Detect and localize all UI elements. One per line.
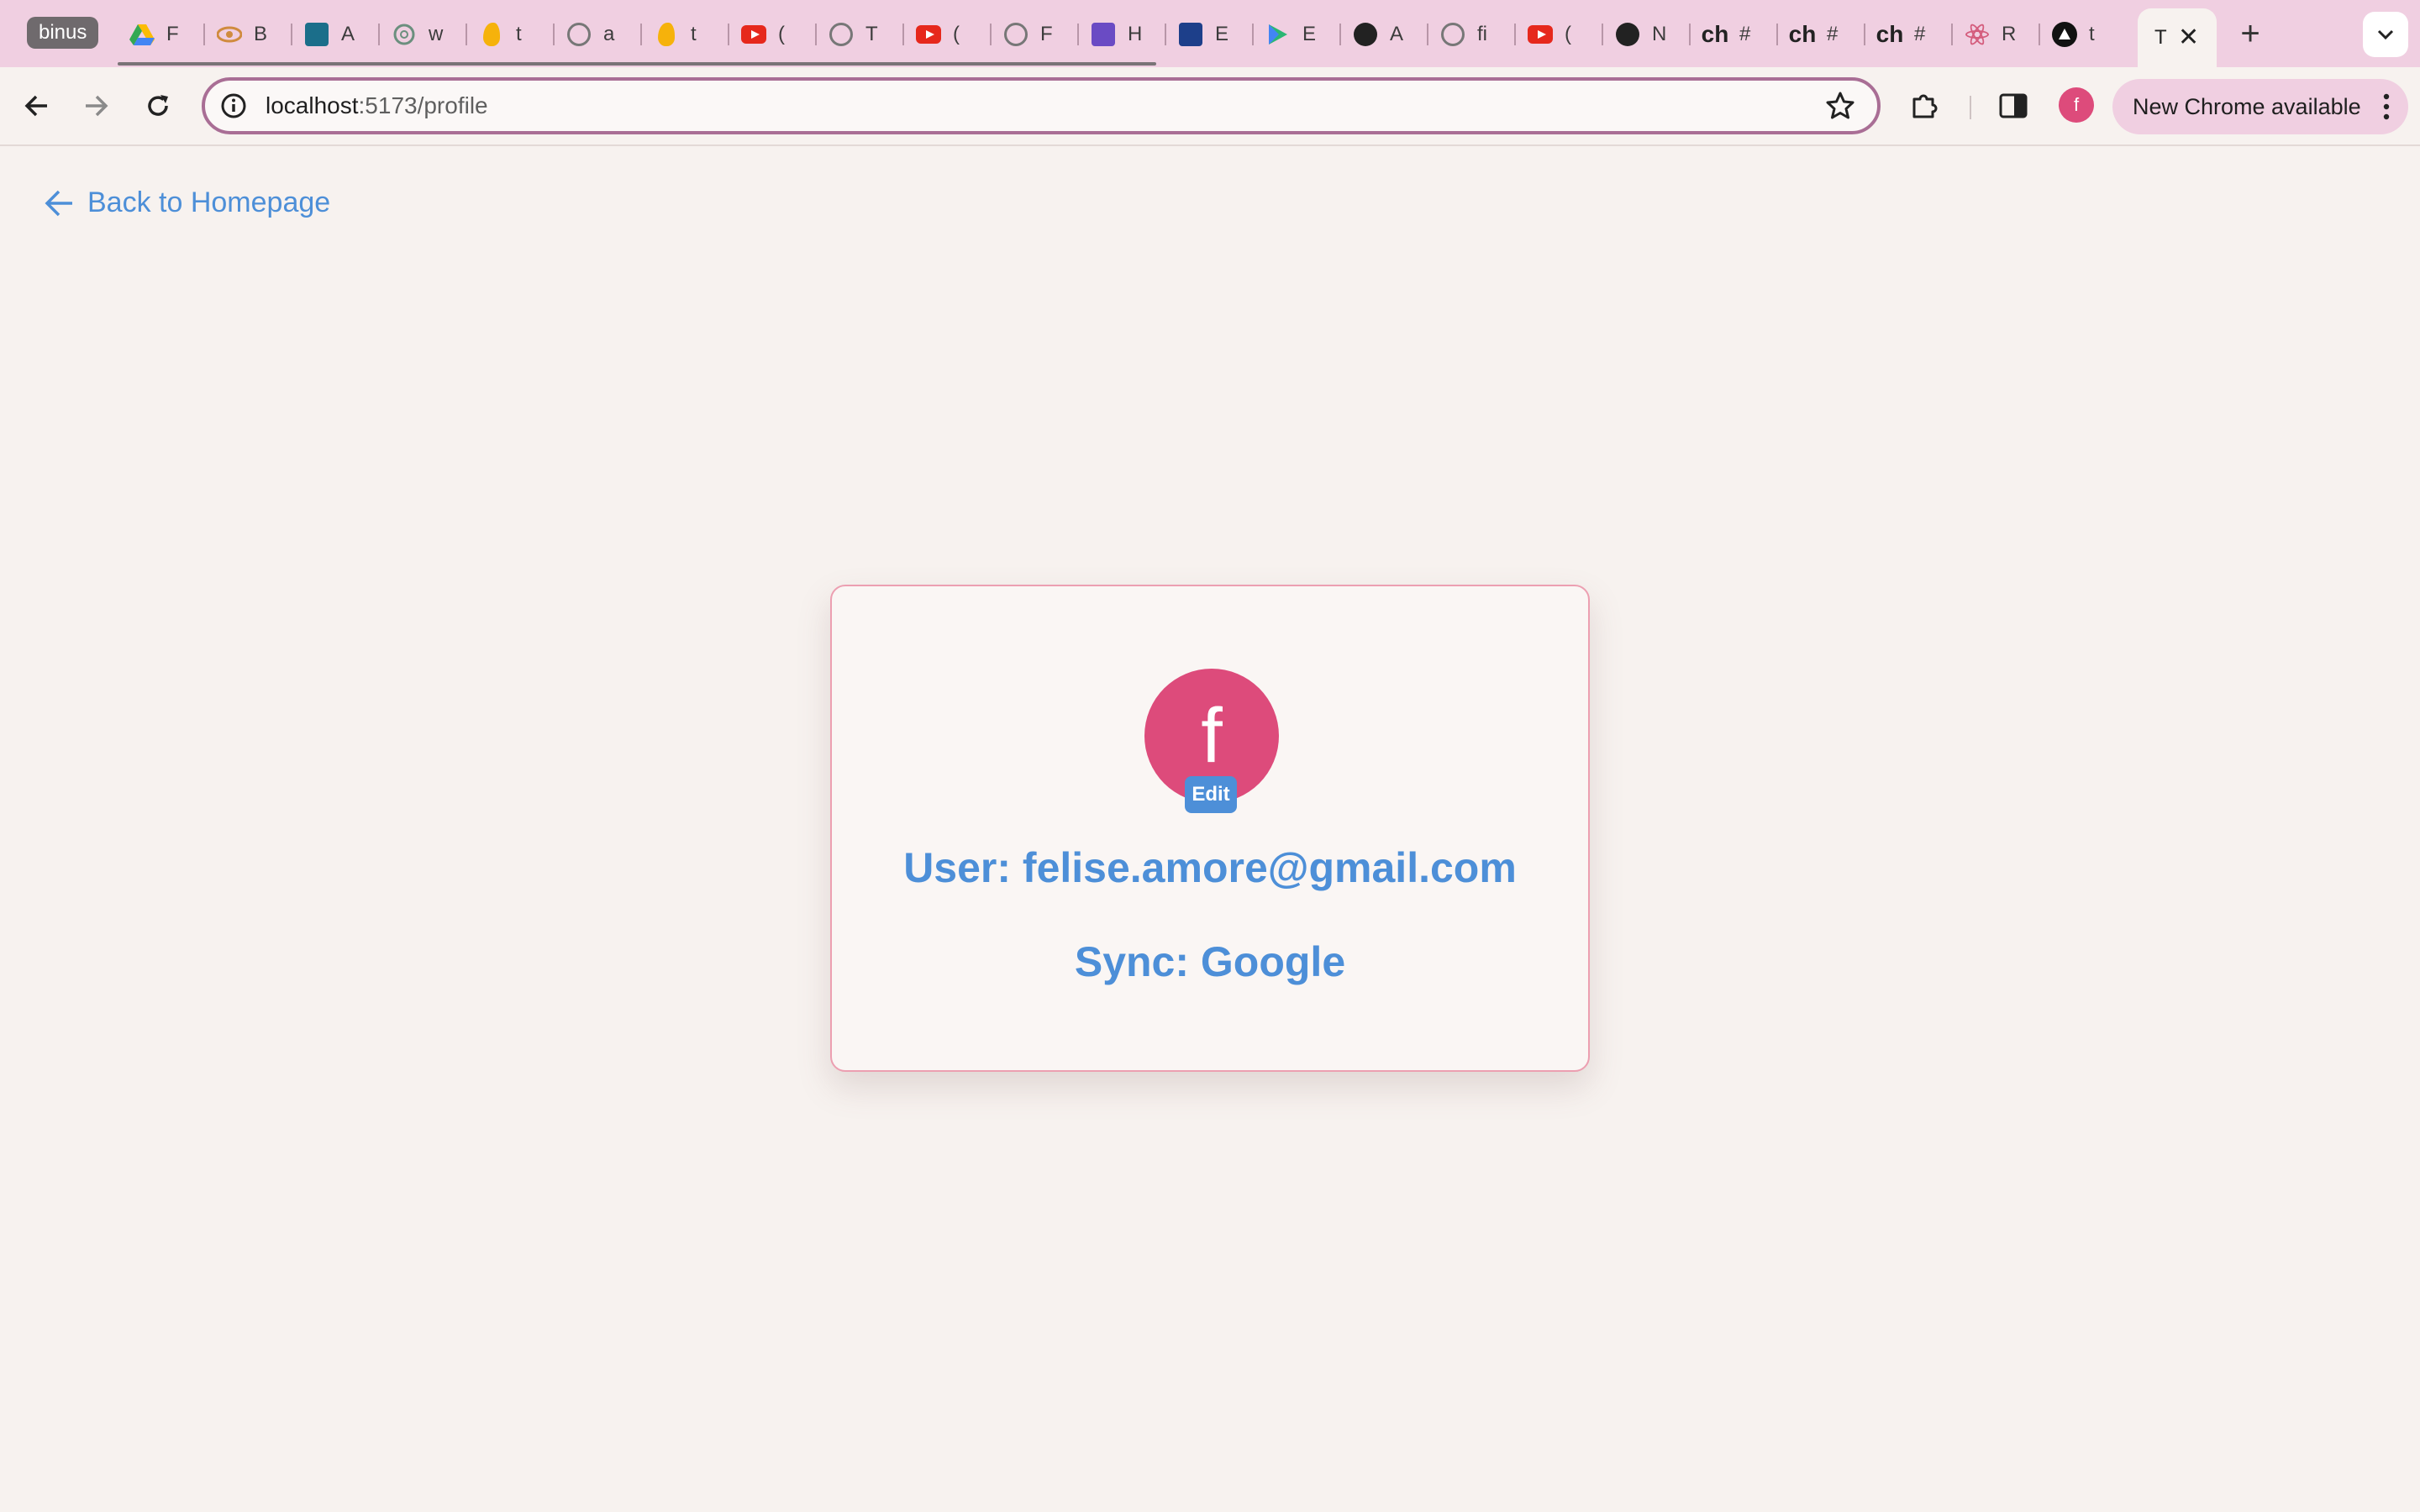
tab-github-3[interactable]: F bbox=[992, 13, 1079, 55]
info-icon[interactable] bbox=[220, 92, 247, 119]
reload-button[interactable] bbox=[136, 84, 180, 128]
tab-github-6[interactable]: N bbox=[1603, 13, 1691, 55]
github-icon bbox=[1003, 22, 1028, 47]
tab-ch-2[interactable]: ch # bbox=[1778, 13, 1865, 55]
tab-github-4[interactable]: A bbox=[1341, 13, 1428, 55]
forward-button[interactable] bbox=[74, 84, 118, 128]
tab-react[interactable]: R bbox=[1953, 13, 2040, 55]
extensions-button[interactable] bbox=[1904, 86, 1944, 126]
google-drive-icon bbox=[129, 22, 155, 47]
new-tab-button[interactable]: + bbox=[2232, 15, 2269, 52]
arrow-right-icon bbox=[86, 95, 108, 117]
tab-group-chip[interactable]: binus bbox=[27, 17, 99, 49]
tab-app[interactable]: H bbox=[1079, 13, 1166, 55]
tab-chatgpt[interactable]: w bbox=[380, 13, 467, 55]
mdl-icon bbox=[1178, 22, 1203, 47]
toolbar-divider bbox=[1970, 96, 1971, 119]
tab-ch-3[interactable]: ch # bbox=[1865, 13, 1953, 55]
github-icon bbox=[829, 22, 854, 47]
puzzle-icon bbox=[1912, 94, 1938, 118]
arrow-left-icon bbox=[24, 95, 47, 117]
back-link-label: Back to Homepage bbox=[87, 186, 331, 218]
tab-forms[interactable]: A bbox=[292, 13, 380, 55]
arrow-left-icon bbox=[45, 190, 72, 216]
youtube-icon bbox=[916, 22, 941, 47]
bookmark-star-icon[interactable] bbox=[1825, 91, 1855, 121]
firebase-icon bbox=[654, 22, 679, 47]
chevron-down-icon bbox=[2377, 29, 2394, 40]
url-text[interactable]: localhost:5173/profile bbox=[266, 92, 488, 119]
tab-github-2[interactable]: T bbox=[817, 13, 904, 55]
triangle-icon bbox=[2052, 22, 2077, 47]
github-icon bbox=[1615, 22, 1640, 47]
tab-firebase-1[interactable]: t bbox=[467, 13, 555, 55]
edit-avatar-button[interactable]: Edit bbox=[1185, 776, 1237, 813]
tab-github-5[interactable]: fi bbox=[1428, 13, 1516, 55]
reload-icon bbox=[148, 95, 168, 116]
tab-google-drive[interactable]: F bbox=[118, 13, 205, 55]
tab-youtube-2[interactable]: ( bbox=[904, 13, 992, 55]
tab-ch-1[interactable]: ch # bbox=[1691, 13, 1778, 55]
tab-play[interactable]: E bbox=[1254, 13, 1341, 55]
tab-mdl[interactable]: E bbox=[1166, 13, 1254, 55]
youtube-icon bbox=[1528, 22, 1553, 47]
tab-youtube-1[interactable]: ( bbox=[729, 13, 817, 55]
back-to-homepage-link[interactable]: Back to Homepage bbox=[44, 186, 330, 219]
firebase-icon bbox=[479, 22, 504, 47]
sync-provider: Sync: Google bbox=[1074, 938, 1346, 985]
tab-strip: binus F B A w t a t ( T (F H E E A fi (… bbox=[0, 0, 2420, 67]
chatgpt-icon bbox=[392, 22, 417, 47]
tab-firebase-2[interactable]: t bbox=[642, 13, 729, 55]
tab-triangle[interactable]: t bbox=[2040, 13, 2128, 55]
side-panel-icon bbox=[1999, 93, 2028, 118]
tab-group-underline bbox=[118, 62, 1156, 66]
side-panel-button[interactable] bbox=[1993, 86, 2033, 126]
tab-search-button[interactable] bbox=[2363, 12, 2408, 57]
youtube-icon bbox=[741, 22, 766, 47]
github-icon bbox=[566, 22, 592, 47]
ch-icon: ch bbox=[1788, 21, 1817, 47]
github-icon bbox=[1353, 22, 1378, 47]
profile-card: f Edit User: felise.amore@gmail.com Sync… bbox=[830, 585, 1590, 1072]
react-icon bbox=[1965, 22, 1990, 47]
forms-icon bbox=[304, 22, 329, 47]
ch-icon: ch bbox=[1876, 21, 1904, 47]
chrome-update-button[interactable]: New Chrome available bbox=[2112, 79, 2408, 134]
tab-youtube-3[interactable]: ( bbox=[1516, 13, 1603, 55]
app-icon bbox=[1091, 22, 1116, 47]
more-vert-icon bbox=[2383, 93, 2390, 120]
close-icon[interactable]: ✕ bbox=[2178, 25, 2199, 50]
browser-toolbar: localhost:5173/profile f New Chrome avai… bbox=[0, 67, 2420, 146]
play-icon bbox=[1265, 22, 1291, 47]
ch-icon: ch bbox=[1701, 21, 1729, 47]
user-email: User: felise.amore@gmail.com bbox=[903, 844, 1517, 891]
address-bar[interactable]: localhost:5173/profile bbox=[202, 77, 1881, 134]
eye-icon bbox=[217, 22, 242, 47]
tab-active[interactable]: T ✕ bbox=[2138, 8, 2217, 67]
tab-eye[interactable]: B bbox=[205, 13, 292, 55]
profile-avatar[interactable]: f bbox=[2059, 87, 2094, 123]
github-icon bbox=[1440, 22, 1465, 47]
tab-github-1[interactable]: a bbox=[555, 13, 642, 55]
back-button[interactable] bbox=[15, 84, 59, 128]
